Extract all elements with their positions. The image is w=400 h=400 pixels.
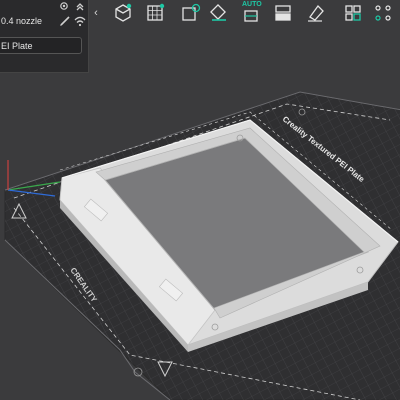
panel-collapse-button[interactable]: ‹ xyxy=(92,0,100,26)
edit-pencil-icon[interactable] xyxy=(58,14,72,28)
nozzle-label: 0.4 nozzle xyxy=(1,16,43,26)
settings-button[interactable] xyxy=(180,2,202,24)
more-tools-button[interactable] xyxy=(372,2,394,24)
orient-button[interactable] xyxy=(208,2,230,24)
settings-cog-icon xyxy=(182,3,201,21)
dots-grid-icon xyxy=(375,5,391,21)
auto-label: AUTO xyxy=(242,1,262,8)
plate-type-select[interactable]: EI Plate xyxy=(0,37,82,54)
split-button[interactable] xyxy=(272,2,294,24)
nozzle-row: 0.4 nozzle xyxy=(0,2,88,30)
split-icon xyxy=(275,5,291,21)
grid-plate-icon xyxy=(147,3,165,21)
auto-arrange-button[interactable]: AUTO xyxy=(240,1,262,24)
add-cube-icon xyxy=(115,3,132,22)
layout-button[interactable] xyxy=(342,2,364,24)
plate-grid-button[interactable] xyxy=(144,2,166,24)
erase-button[interactable] xyxy=(304,2,326,24)
erase-icon xyxy=(308,5,324,22)
printer-panel: 0.4 nozzle EI Plate xyxy=(0,0,89,73)
wifi-icon[interactable] xyxy=(73,14,87,28)
orient-icon xyxy=(210,4,226,21)
add-cube-button[interactable] xyxy=(112,2,134,24)
collapse-up-icon[interactable] xyxy=(74,0,86,12)
top-toolbar: AUTO xyxy=(100,0,400,26)
gear-icon[interactable] xyxy=(58,0,70,12)
layout-grid-icon xyxy=(345,5,361,21)
